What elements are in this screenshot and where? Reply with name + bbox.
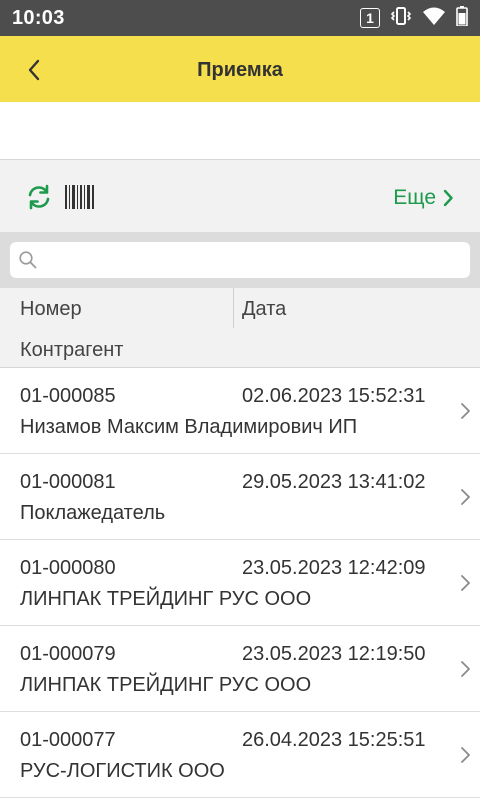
search-field[interactable] <box>10 242 470 278</box>
document-contractor: Поклажедатель <box>20 502 166 524</box>
list-item[interactable]: 01-000079 23.05.2023 12:19:50 ЛИНПАК ТРЕ… <box>0 626 480 712</box>
column-header-contractor[interactable]: Контрагент <box>20 339 123 362</box>
column-header-date[interactable]: Дата <box>242 298 286 321</box>
back-button[interactable] <box>18 54 50 86</box>
sim-slot-icon: 1 <box>360 8 380 28</box>
document-contractor: РУС-ЛОГИСТИК ООО <box>20 760 225 782</box>
refresh-icon <box>28 184 50 210</box>
search-bar <box>0 232 480 288</box>
barcode-button[interactable] <box>64 184 96 210</box>
document-contractor: Низамов Максим Владимирович ИП <box>20 416 358 438</box>
status-bar: 10:03 1 <box>0 0 480 36</box>
app-header: Приемка <box>0 36 480 102</box>
chevron-right-icon <box>461 575 470 591</box>
document-number: 01-000080 <box>20 557 116 579</box>
column-divider <box>233 288 234 328</box>
status-icons: 1 <box>360 5 468 31</box>
chevron-left-icon <box>28 59 40 81</box>
document-number: 01-000085 <box>20 385 116 407</box>
chevron-right-icon <box>443 189 453 207</box>
list-item[interactable]: 01-000081 29.05.2023 13:41:02 Поклажедат… <box>0 454 480 540</box>
document-date: 29.05.2023 13:41:02 <box>242 471 426 493</box>
more-label: Еще <box>393 186 436 209</box>
document-date: 23.05.2023 12:19:50 <box>242 643 426 665</box>
list-item[interactable]: 01-000080 23.05.2023 12:42:09 ЛИНПАК ТРЕ… <box>0 540 480 626</box>
document-date: 26.04.2023 15:25:51 <box>242 729 426 751</box>
search-input[interactable] <box>46 242 462 278</box>
status-time: 10:03 <box>12 7 65 29</box>
column-header-number[interactable]: Номер <box>20 298 82 321</box>
document-contractor: ЛИНПАК ТРЕЙДИНГ РУС ООО <box>20 674 312 696</box>
more-button[interactable]: Еще <box>393 184 454 212</box>
wifi-icon <box>422 6 446 31</box>
document-number: 01-000081 <box>20 471 116 493</box>
list-header: Номер Дата Контрагент <box>0 288 480 368</box>
list-item[interactable]: 01-000077 26.04.2023 15:25:51 РУС-ЛОГИСТ… <box>0 712 480 798</box>
barcode-icon <box>65 185 94 209</box>
document-number: 01-000077 <box>20 729 116 751</box>
vibrate-icon <box>390 6 412 31</box>
chevron-right-icon <box>461 403 470 419</box>
header-spacer <box>0 102 480 160</box>
document-list: 01-000085 02.06.2023 15:52:31 Низамов Ма… <box>0 368 480 798</box>
search-icon <box>19 251 37 269</box>
document-date: 02.06.2023 15:52:31 <box>242 385 426 407</box>
toolbar: Еще <box>0 160 480 232</box>
document-number: 01-000079 <box>20 643 116 665</box>
document-contractor: ЛИНПАК ТРЕЙДИНГ РУС ООО <box>20 588 312 610</box>
chevron-right-icon <box>461 747 470 763</box>
chevron-right-icon <box>461 661 470 677</box>
battery-icon <box>456 5 468 31</box>
refresh-button[interactable] <box>24 182 54 212</box>
list-item[interactable]: 01-000085 02.06.2023 15:52:31 Низамов Ма… <box>0 368 480 454</box>
chevron-right-icon <box>461 489 470 505</box>
page-title: Приемка <box>197 59 283 81</box>
document-date: 23.05.2023 12:42:09 <box>242 557 426 579</box>
